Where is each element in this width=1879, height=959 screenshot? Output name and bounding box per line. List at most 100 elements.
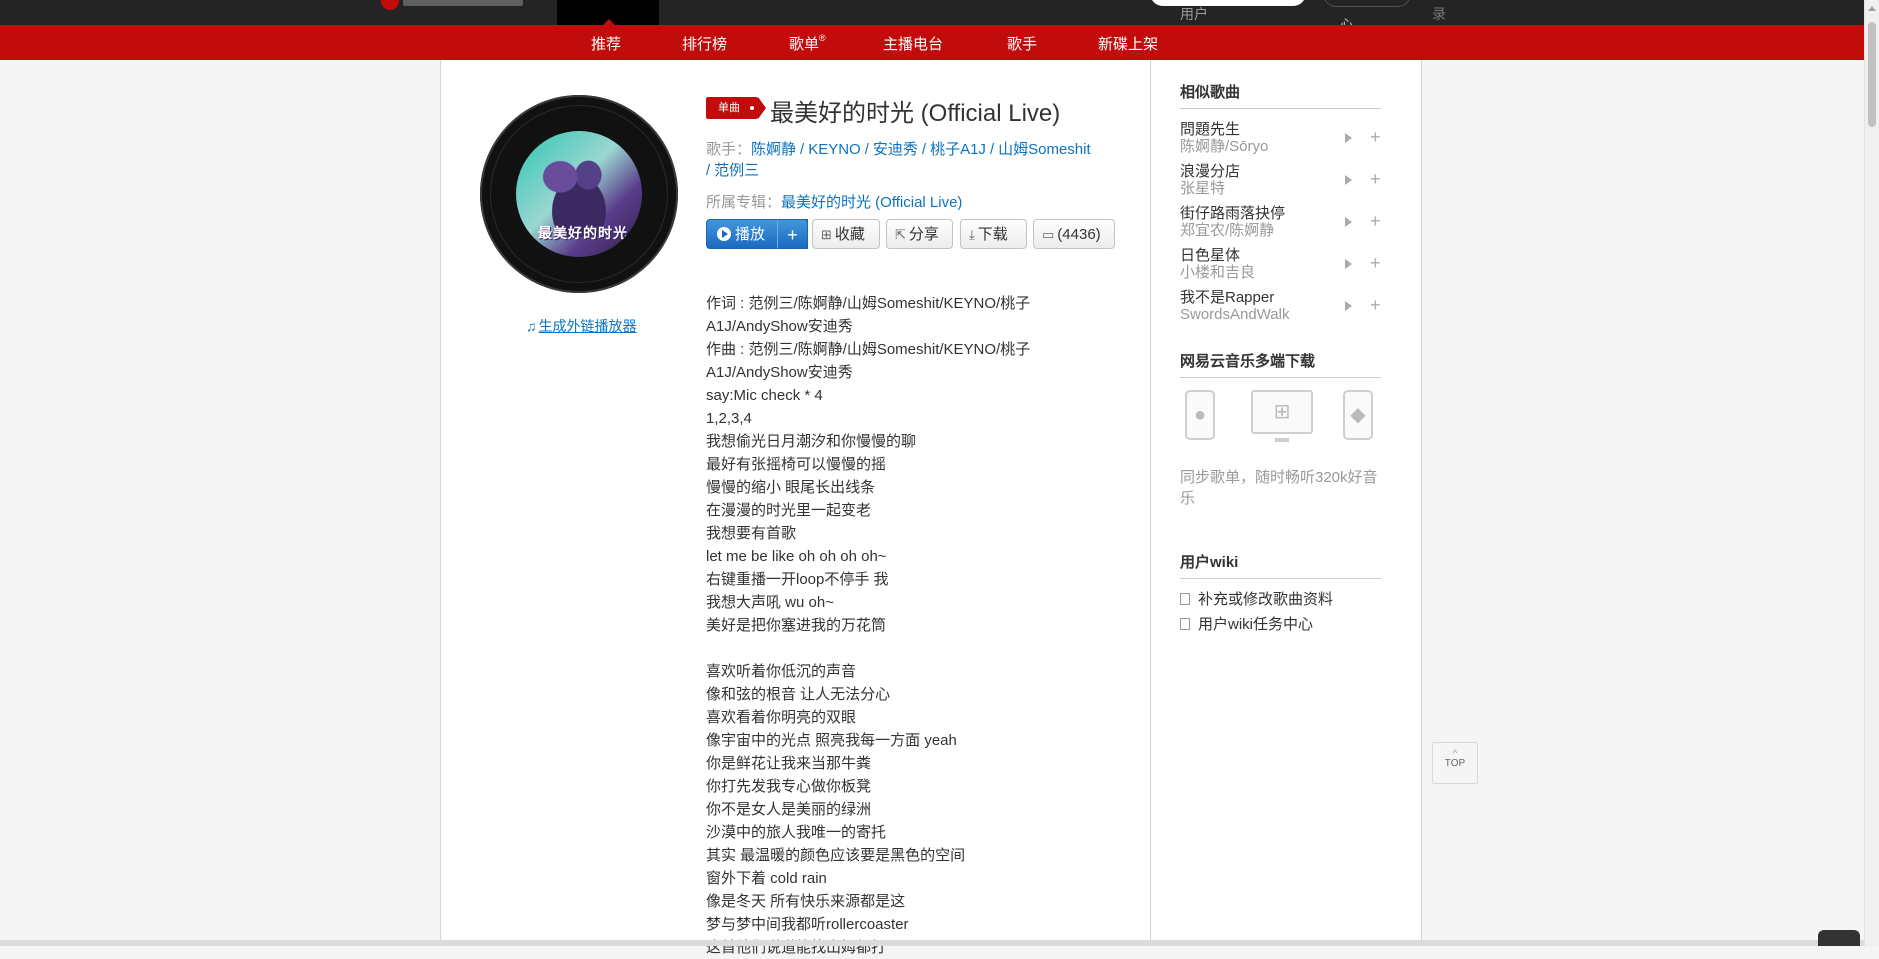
add-to-playlist-button[interactable]: +: [777, 219, 808, 249]
android-download-icon[interactable]: ◆: [1343, 390, 1373, 440]
lyric-line: 像是冬天 所有快乐来源都是这: [706, 893, 906, 910]
wiki-title: 用户wiki: [1180, 551, 1381, 579]
lyric-line: 像宇宙中的光点 照亮我每一方面 yeah: [706, 732, 957, 749]
lyric-line: 其实 最温暖的颜色应该要是黑色的空间: [706, 847, 966, 864]
similar-song[interactable]: 問題先生 陈婀静/Sōryo +: [1180, 121, 1385, 163]
music-note-icon: ♫: [526, 318, 537, 334]
add-icon[interactable]: +: [1370, 169, 1381, 190]
similar-song-name[interactable]: 街仔路雨落抉停: [1180, 205, 1385, 222]
scroll-up-icon[interactable]: [1868, 6, 1876, 11]
similar-song-name[interactable]: 我不是Rapper: [1180, 289, 1385, 306]
wiki-edit-link[interactable]: 补充或修改歌曲资料: [1180, 588, 1333, 609]
play-icon[interactable]: [1345, 133, 1352, 143]
subnav-playlists[interactable]: 歌单®: [789, 33, 826, 54]
similar-song-artist[interactable]: SwordsAndWalk: [1180, 306, 1385, 323]
lyric-line: 在漫漫的时光里一起变老: [706, 502, 872, 519]
similar-song-artist[interactable]: 张星特: [1180, 180, 1385, 197]
lyric-line: 你是鲜花让我来当那牛粪: [706, 755, 872, 772]
corner-widget[interactable]: [1818, 930, 1860, 946]
outchain-player-link[interactable]: ♫ 生成外链播放器: [526, 316, 637, 336]
similar-song[interactable]: 我不是Rapper SwordsAndWalk +: [1180, 289, 1385, 331]
add-icon[interactable]: +: [1370, 211, 1381, 232]
lyric-line: 你不是女人是美丽的绿洲: [706, 801, 872, 818]
search-input[interactable]: [1150, 0, 1306, 6]
lyric-line: 像和弦的根音 让人无法分心: [706, 686, 891, 703]
lyric-line: 喜欢听着你低沉的声音: [706, 663, 857, 680]
nav-active-tab[interactable]: [557, 0, 659, 25]
share-button[interactable]: ⇱ 分享: [886, 219, 953, 249]
windows-icon: ⊞: [1273, 401, 1291, 423]
creator-center-button[interactable]: [1323, 0, 1411, 7]
share-icon: ⇱: [895, 227, 906, 242]
lyric-line: 作词 : 范例三/陈婀静/山姆Someshit/KEYNO/桃子: [706, 295, 1031, 312]
subnav-radio[interactable]: 主播电台: [883, 33, 943, 54]
chevron-up-icon: ^: [1452, 748, 1458, 758]
lyric-line: A1J/AndyShow安迪秀: [706, 364, 853, 381]
artist-link[interactable]: 山姆Someshit: [998, 141, 1091, 158]
favorite-button[interactable]: ⊞ 收藏: [812, 219, 880, 249]
subnav-artists[interactable]: 歌手: [1007, 33, 1037, 54]
similar-song-name[interactable]: 日色星体: [1180, 247, 1385, 264]
outchain-label[interactable]: 生成外链播放器: [539, 318, 637, 334]
similar-song[interactable]: 日色星体 小楼和吉良 +: [1180, 247, 1385, 289]
back-to-top-button[interactable]: ^ TOP: [1432, 742, 1478, 784]
lyric-line: 喜欢看着你明亮的双眼: [706, 709, 857, 726]
scrollbar-thumb[interactable]: [1868, 22, 1876, 127]
sidebar-divider: [1150, 60, 1151, 946]
artist-link[interactable]: KEYNO: [808, 141, 861, 158]
subnav-new-albums[interactable]: 新碟上架: [1098, 33, 1158, 54]
pc-download-icon[interactable]: ⊞: [1251, 390, 1313, 442]
lyrics: 作词 : 范例三/陈婀静/山姆Someshit/KEYNO/桃子 A1J/Andy…: [706, 292, 1086, 959]
lyric-line: A1J/AndyShow安迪秀: [706, 318, 853, 335]
horizontal-scrollbar[interactable]: [0, 940, 1864, 946]
album-label: 所属专辑：: [706, 194, 782, 211]
similar-song-name[interactable]: 問題先生: [1180, 121, 1385, 138]
play-icon[interactable]: [1345, 175, 1352, 185]
lyric-line: 我想大声吼 wu oh~: [706, 594, 834, 611]
artist-link[interactable]: 桃子A1J: [930, 141, 986, 158]
login-link[interactable]: 录: [1432, 4, 1446, 24]
comments-button[interactable]: ▭ (4436): [1033, 219, 1115, 249]
lyric-line: 最好有张摇椅可以慢慢的摇: [706, 456, 887, 473]
album-link[interactable]: 最美好的时光 (Official Live): [781, 194, 962, 211]
top-bar: [0, 0, 1864, 25]
add-icon[interactable]: +: [1370, 295, 1381, 316]
sub-nav: 推荐 排行榜 歌单® 主播电台 歌手 新碟上架: [0, 25, 1864, 60]
lyric-line: 作曲 : 范例三/陈婀静/山姆Someshit/KEYNO/桃子: [706, 341, 1031, 358]
lyric-line: say:Mic check * 4: [706, 387, 823, 404]
vertical-scrollbar[interactable]: [1864, 0, 1879, 946]
artist-link[interactable]: 安迪秀: [873, 141, 918, 158]
ios-download-icon[interactable]: ●: [1185, 390, 1215, 440]
lyric-line: 慢慢的缩小 眼尾长出线条: [706, 479, 876, 496]
lyric-line: 梦与梦中间我都听rollercoaster: [706, 916, 909, 933]
comment-icon: ▭: [1042, 227, 1055, 242]
similar-song-artist[interactable]: 陈婀静/Sōryo: [1180, 138, 1385, 155]
subnav-recommend[interactable]: 推荐: [591, 33, 621, 54]
add-icon[interactable]: +: [1370, 253, 1381, 274]
similar-song[interactable]: 街仔路雨落抉停 郑宜农/陈婀静 +: [1180, 205, 1385, 247]
registered-mark: ®: [819, 33, 826, 43]
download-button[interactable]: ⤓ 下载: [960, 219, 1027, 249]
artists-label: 歌手：: [706, 141, 752, 158]
logo-wordmark: [403, 0, 523, 6]
add-icon[interactable]: +: [1370, 127, 1381, 148]
artist-link[interactable]: 陈婀静: [751, 141, 796, 158]
album-cover: 最美好的时光: [480, 95, 678, 293]
song-title: 最美好的时光 (Official Live): [770, 100, 1061, 127]
lyric-line: 右键重播一开loop不停手 我: [706, 571, 889, 588]
lyric-line: 你打先发我专心做你板凳: [706, 778, 872, 795]
download-description: 同步歌单，随时畅听320k好音乐: [1180, 469, 1378, 507]
play-icon[interactable]: [1345, 217, 1352, 227]
subnav-charts[interactable]: 排行榜: [682, 33, 727, 54]
similar-song-artist[interactable]: 郑宜农/陈婀静: [1180, 222, 1385, 239]
similar-song[interactable]: 浪漫分店 张星特 +: [1180, 163, 1385, 205]
similar-song-artist[interactable]: 小楼和吉良: [1180, 264, 1385, 281]
similar-songs-title: 相似歌曲: [1180, 81, 1381, 109]
artist-link[interactable]: 范例三: [714, 162, 759, 179]
similar-song-name[interactable]: 浪漫分店: [1180, 163, 1385, 180]
wiki-tasks-link[interactable]: 用户wiki任务中心: [1180, 613, 1313, 634]
site-logo[interactable]: [381, 0, 531, 10]
document-icon: [1180, 618, 1190, 630]
play-icon[interactable]: [1345, 301, 1352, 311]
play-icon[interactable]: [1345, 259, 1352, 269]
